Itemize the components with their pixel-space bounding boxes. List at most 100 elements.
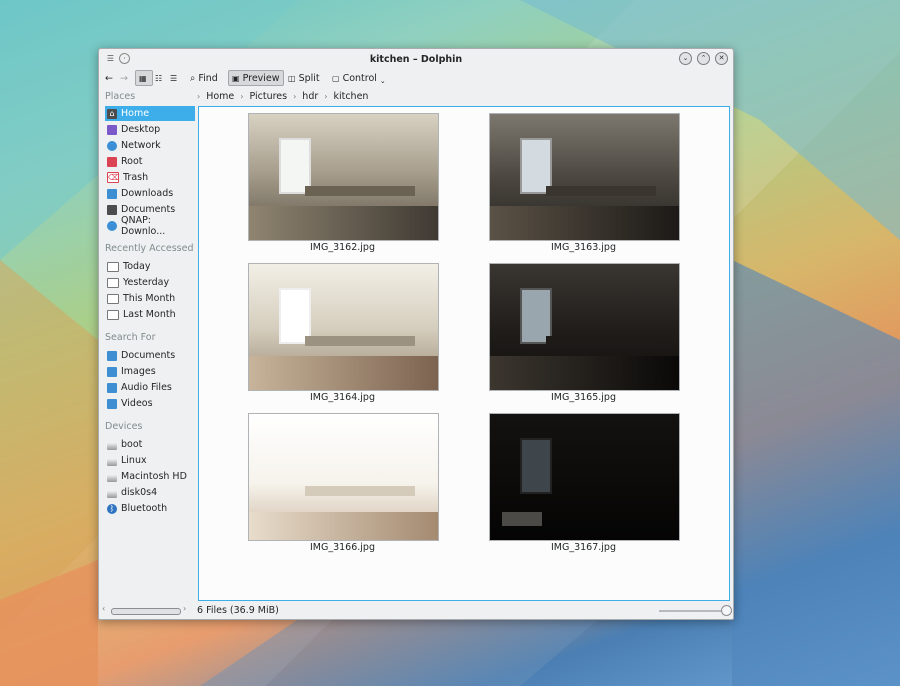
drive-icon xyxy=(107,458,117,466)
arrow-right-icon: → xyxy=(120,72,128,84)
file-name[interactable]: IMG_3162.jpg xyxy=(248,242,437,253)
sidebar-item-last-month[interactable]: Last Month xyxy=(105,307,195,322)
folder-icon xyxy=(107,350,117,361)
breadcrumb: › Home › Pictures › hdr › kitchen xyxy=(197,89,368,103)
control-button[interactable]: ▢ Control ⌄ xyxy=(329,70,389,86)
folder-icon xyxy=(107,398,117,409)
breadcrumb-kitchen[interactable]: kitchen xyxy=(333,91,368,102)
sidebar-item-linux[interactable]: Linux xyxy=(105,453,195,468)
window-title: kitchen – Dolphin xyxy=(369,54,463,65)
calendar-icon xyxy=(107,277,119,288)
file-thumbnail[interactable] xyxy=(489,413,680,541)
file-thumbnail[interactable] xyxy=(248,113,439,241)
sidebar-item-bluetooth[interactable]: ᛒ Bluetooth xyxy=(105,501,195,516)
split-label: Split xyxy=(298,72,320,84)
sidebar-item-trash[interactable]: ⌫ Trash xyxy=(105,170,195,185)
sidebar-item-yesterday[interactable]: Yesterday xyxy=(105,275,195,290)
sidebar-item-search-videos[interactable]: Videos xyxy=(105,396,195,411)
forward-button[interactable]: → xyxy=(117,70,131,86)
sidebar-item-downloads[interactable]: Downloads xyxy=(105,186,195,201)
tree-list-icon: ☰ xyxy=(170,73,178,83)
breadcrumb-home[interactable]: Home xyxy=(206,91,234,102)
network-folder-icon xyxy=(107,220,117,231)
folder-icon xyxy=(107,382,117,393)
find-label: Find xyxy=(198,72,218,84)
places-panel: Places ⌂ Home Desktop Network Root ⌫ Tra… xyxy=(103,89,195,603)
chevron-right-icon: › xyxy=(293,91,297,101)
chevron-left-icon[interactable]: ‹ xyxy=(102,604,105,613)
sidebar-item-search-documents[interactable]: Documents xyxy=(105,348,195,363)
chevron-right-icon[interactable]: › xyxy=(183,604,186,613)
file-thumbnail[interactable] xyxy=(489,113,680,241)
file-thumbnail[interactable] xyxy=(248,263,439,391)
zoom-slider-handle[interactable] xyxy=(721,605,732,616)
devices-section-title: Devices xyxy=(105,421,143,432)
floor-shape xyxy=(249,356,438,390)
calendar-icon xyxy=(107,293,119,304)
file-name[interactable]: IMG_3163.jpg xyxy=(489,242,678,253)
sidebar-item-boot[interactable]: boot xyxy=(105,437,195,452)
drive-icon xyxy=(107,490,117,498)
maximize-button[interactable]: ⌃ xyxy=(697,52,710,65)
trash-icon: ⌫ xyxy=(107,172,120,183)
title-bar[interactable]: ☰ · kitchen – Dolphin ⌄ ⌃ ✕ xyxy=(99,49,733,69)
file-name[interactable]: IMG_3167.jpg xyxy=(489,542,678,553)
sidebar-item-qnap[interactable]: QNAP: Downlo... xyxy=(105,215,195,237)
sidebar-item-disk0s4[interactable]: disk0s4 xyxy=(105,485,195,500)
compact-list-icon: ☷ xyxy=(155,73,163,83)
counter-shape xyxy=(305,336,415,346)
desktop-icon xyxy=(107,124,117,135)
sidebar-item-desktop[interactable]: Desktop xyxy=(105,122,195,137)
home-icon: ⌂ xyxy=(107,108,117,119)
preview-button[interactable]: ▣ Preview xyxy=(228,70,284,86)
minimize-button[interactable]: ⌄ xyxy=(679,52,692,65)
compact-view-button[interactable]: ☷ xyxy=(152,70,165,86)
sidebar-item-search-audio[interactable]: Audio Files xyxy=(105,380,195,395)
sidebar-item-macintosh-hd[interactable]: Macintosh HD xyxy=(105,469,195,484)
sidebar-scrollbar[interactable] xyxy=(111,608,181,615)
floor-shape xyxy=(249,206,438,240)
counter-shape xyxy=(546,336,656,346)
file-thumbnail[interactable] xyxy=(248,413,439,541)
file-view[interactable]: IMG_3162.jpg IMG_3163.jpg IMG_3164.jpg I… xyxy=(198,106,730,601)
floor-shape xyxy=(502,512,542,526)
back-button[interactable]: ← xyxy=(102,70,116,86)
sidebar-item-network[interactable]: Network xyxy=(105,138,195,153)
status-bar: ‹ › 6 Files (36.9 MiB) xyxy=(99,601,733,619)
drive-icon xyxy=(107,442,117,450)
chevron-right-icon: › xyxy=(240,91,244,101)
sidebar-item-this-month[interactable]: This Month xyxy=(105,291,195,306)
dolphin-window: ☰ · kitchen – Dolphin ⌄ ⌃ ✕ ← → ▦ ☷ ☰ ⌕ … xyxy=(98,48,734,620)
sidebar-item-search-images[interactable]: Images xyxy=(105,364,195,379)
find-button[interactable]: ⌕ Find xyxy=(187,70,221,86)
folder-icon xyxy=(107,366,117,377)
sidebar-item-root[interactable]: Root xyxy=(105,154,195,169)
zoom-slider-track[interactable] xyxy=(659,610,725,612)
details-view-button[interactable]: ☰ xyxy=(167,70,180,86)
preview-label: Preview xyxy=(242,72,280,84)
control-label: Control xyxy=(342,72,377,84)
file-name[interactable]: IMG_3165.jpg xyxy=(489,392,678,403)
documents-folder-icon xyxy=(107,204,117,215)
split-button[interactable]: ◫ Split xyxy=(285,70,323,86)
split-icon: ◫ xyxy=(288,73,296,83)
file-name[interactable]: IMG_3164.jpg xyxy=(248,392,437,403)
search-section-title: Search For xyxy=(105,332,156,343)
breadcrumb-hdr[interactable]: hdr xyxy=(302,91,318,102)
calendar-icon xyxy=(107,261,119,272)
file-name[interactable]: IMG_3166.jpg xyxy=(248,542,437,553)
recent-section-title: Recently Accessed xyxy=(105,243,194,254)
icons-view-button[interactable]: ▦ xyxy=(135,70,153,86)
drive-icon xyxy=(107,474,117,482)
sidebar-item-home[interactable]: ⌂ Home xyxy=(105,106,195,121)
counter-shape xyxy=(305,486,415,496)
breadcrumb-pictures[interactable]: Pictures xyxy=(249,91,287,102)
sidebar-item-today[interactable]: Today xyxy=(105,259,195,274)
status-text: 6 Files (36.9 MiB) xyxy=(197,605,279,616)
chevron-right-icon: › xyxy=(324,91,328,101)
close-button[interactable]: ✕ xyxy=(715,52,728,65)
search-icon: ⌕ xyxy=(190,72,196,84)
bluetooth-icon: ᛒ xyxy=(107,503,117,514)
places-section-title: Places xyxy=(105,91,136,102)
file-thumbnail[interactable] xyxy=(489,263,680,391)
